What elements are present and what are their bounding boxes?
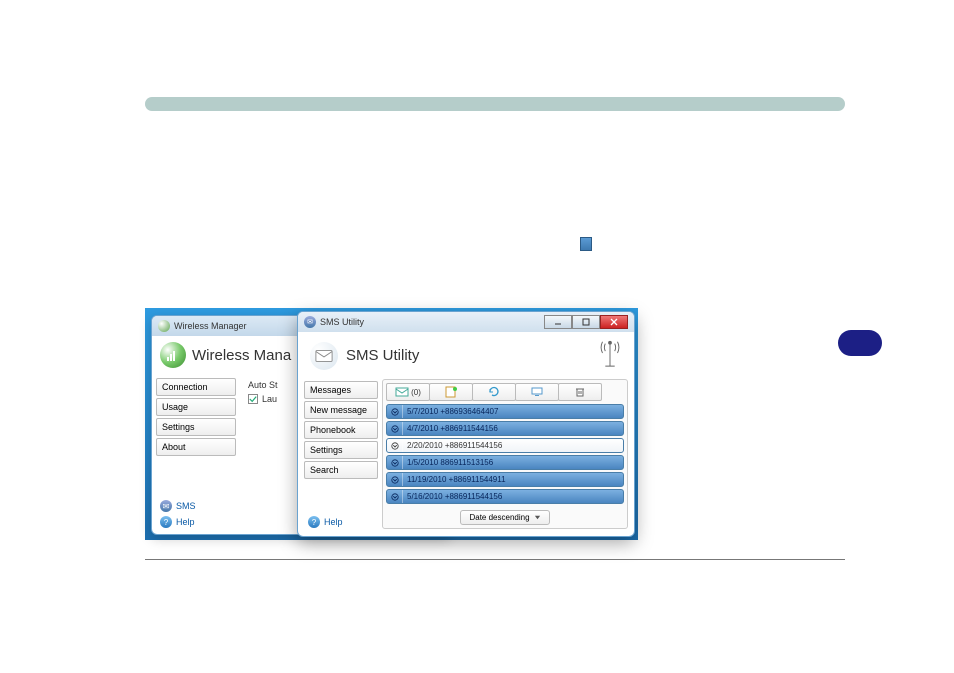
- wm-sidebar: Connection Usage Settings About: [152, 374, 240, 460]
- wm-launch-checkbox[interactable]: [248, 394, 258, 404]
- monitor-button[interactable]: [515, 383, 559, 401]
- sms-sidebar: Messages New message Phonebook Settings …: [302, 379, 380, 529]
- wm-help-text: Help: [176, 517, 195, 527]
- new-button[interactable]: [429, 383, 473, 401]
- wm-side-usage[interactable]: Usage: [156, 398, 236, 416]
- sms-help-link[interactable]: ? Help: [308, 516, 343, 528]
- sms-header-title: SMS Utility: [346, 347, 419, 364]
- page-marker-pill: [838, 330, 882, 356]
- sms-titlebar[interactable]: ✉ SMS Utility: [298, 312, 634, 332]
- message-row[interactable]: 5/7/2010 +886936464407: [386, 404, 624, 419]
- inbox-button[interactable]: (0): [386, 383, 430, 401]
- wm-side-connection[interactable]: Connection: [156, 378, 236, 396]
- sort-dropdown[interactable]: Date descending: [460, 510, 549, 525]
- wm-side-about[interactable]: About: [156, 438, 236, 456]
- delete-button[interactable]: [558, 383, 602, 401]
- antenna-icon: [598, 338, 622, 373]
- wm-help-link[interactable]: ? Help: [160, 516, 196, 528]
- signal-icon: [160, 342, 186, 368]
- wm-launch-label: Lau: [262, 394, 277, 404]
- sort-label: Date descending: [469, 513, 529, 522]
- sms-side-phonebook[interactable]: Phonebook: [304, 421, 378, 439]
- maximize-button[interactable]: [572, 315, 600, 329]
- sms-utility-window: ✉ SMS Utility SMS Utility Messages: [297, 311, 635, 537]
- sms-toolbar: (0): [386, 383, 624, 401]
- chevron-down-icon[interactable]: [387, 456, 403, 469]
- message-text: 11/19/2010 +886911544911: [403, 475, 510, 484]
- chevron-down-icon[interactable]: [387, 422, 403, 435]
- sms-body: Messages New message Phonebook Settings …: [298, 379, 634, 529]
- message-row[interactable]: 11/19/2010 +886911544911: [386, 472, 624, 487]
- wm-header-title: Wireless Mana: [192, 347, 291, 364]
- message-list: 5/7/2010 +886936464407 4/7/2010 +88691154…: [386, 404, 624, 504]
- chevron-down-icon[interactable]: [387, 490, 403, 503]
- screenshot-container: Wireless Manager Wireless Mana Connectio…: [145, 308, 638, 540]
- chevron-down-icon[interactable]: [387, 439, 403, 452]
- message-row[interactable]: 1/5/2010 886911513156: [386, 455, 624, 470]
- sms-side-settings[interactable]: Settings: [304, 441, 378, 459]
- close-button[interactable]: [600, 315, 628, 329]
- sms-side-messages[interactable]: Messages: [304, 381, 378, 399]
- help-icon: ?: [308, 516, 320, 528]
- sms-icon: ✉: [160, 500, 172, 512]
- chevron-down-icon[interactable]: [387, 473, 403, 486]
- sms-side-search[interactable]: Search: [304, 461, 378, 479]
- bottom-divider: [145, 559, 845, 560]
- sms-win-title: SMS Utility: [320, 317, 364, 327]
- message-row[interactable]: 4/7/2010 +886911544156: [386, 421, 624, 436]
- envelope-icon: ✉: [304, 316, 316, 328]
- section-divider: [145, 97, 845, 111]
- inbox-count: (0): [411, 388, 421, 397]
- envelope-icon: [310, 342, 338, 370]
- help-icon: ?: [160, 516, 172, 528]
- minimize-button[interactable]: [544, 315, 572, 329]
- message-text: 5/16/2010 +886911544156: [403, 492, 506, 501]
- message-row[interactable]: 2/20/2010 +886911544156: [386, 438, 624, 453]
- sms-main-panel: (0) 5/7/2010 +886936464407 4/7/2010 +8869…: [382, 379, 628, 529]
- sms-header: SMS Utility: [298, 332, 634, 379]
- sms-help-text: Help: [324, 517, 343, 527]
- signal-icon: [158, 320, 170, 332]
- wm-title: Wireless Manager: [174, 321, 247, 331]
- message-row[interactable]: 5/16/2010 +886911544156: [386, 489, 624, 504]
- message-text: 2/20/2010 +886911544156: [403, 441, 506, 450]
- sms-side-newmessage[interactable]: New message: [304, 401, 378, 419]
- app-icon-inline: [580, 237, 592, 251]
- message-text: 1/5/2010 886911513156: [403, 458, 497, 467]
- refresh-button[interactable]: [472, 383, 516, 401]
- wm-side-settings[interactable]: Settings: [156, 418, 236, 436]
- message-text: 5/7/2010 +886936464407: [403, 407, 502, 416]
- wm-sms-link[interactable]: ✉ SMS: [160, 500, 196, 512]
- chevron-down-icon[interactable]: [387, 405, 403, 418]
- wm-sms-text: SMS: [176, 501, 196, 511]
- message-text: 4/7/2010 +886911544156: [403, 424, 502, 433]
